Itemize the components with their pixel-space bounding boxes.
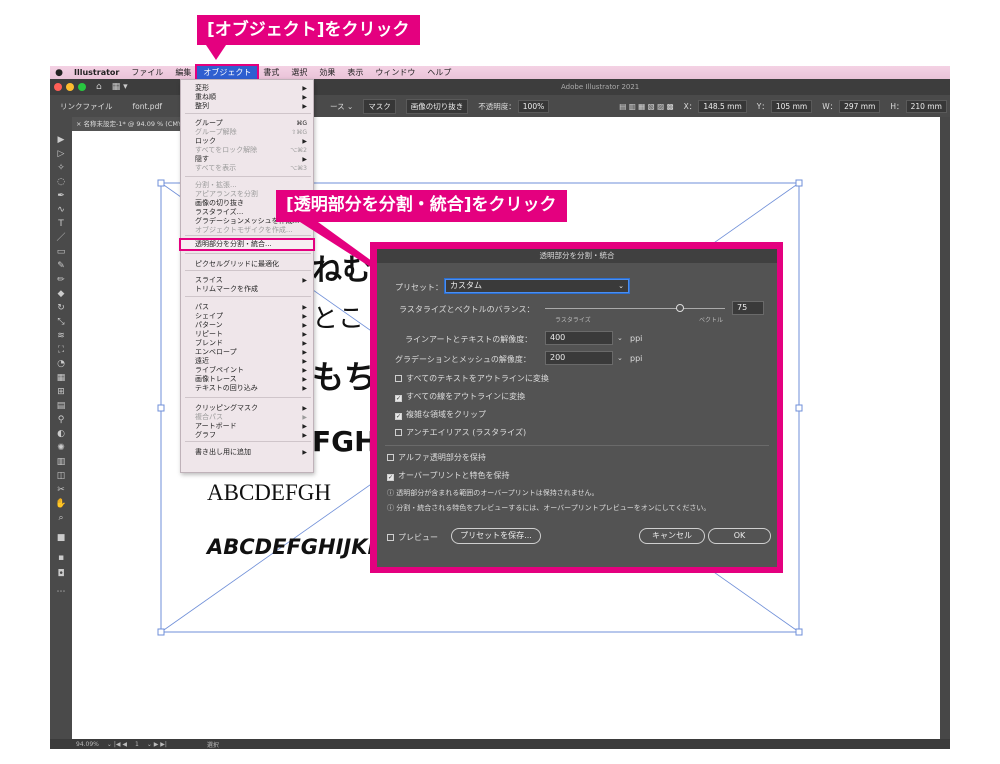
balance-value-field[interactable]: 75 bbox=[732, 301, 764, 315]
checkbox-alpha[interactable]: アルファ透明部分を保持 bbox=[387, 452, 486, 463]
grad-res-dropdown-icon[interactable]: ⌄ bbox=[617, 354, 623, 362]
flatten-transparency-dialog: 透明部分を分割・統合 プリセット： カスタム ⌄ ラスタライズとベクトルのバラン… bbox=[377, 249, 777, 567]
checkbox-stroke-outline-label: すべての線をアウトラインに変換 bbox=[406, 392, 526, 401]
balance-slider-knob[interactable] bbox=[676, 304, 684, 312]
checkbox-clip-box[interactable]: ✓ bbox=[395, 413, 402, 420]
checkbox-alpha-box[interactable] bbox=[387, 454, 394, 461]
checkbox-text-outline[interactable]: すべてのテキストをアウトラインに変換 bbox=[395, 373, 549, 384]
cancel-button[interactable]: キャンセル bbox=[639, 528, 705, 544]
preset-value: カスタム bbox=[450, 281, 482, 290]
checkbox-overprint[interactable]: ✓ オーバープリントと特色を保持 bbox=[387, 470, 509, 481]
line-res-dropdown-icon[interactable]: ⌄ bbox=[617, 334, 623, 342]
line-res-field[interactable]: 400 bbox=[545, 331, 613, 345]
screen: [オブジェクト]をクリック ● Illustrator ファイル 編集 オブジェ… bbox=[0, 0, 1000, 764]
checkbox-stroke-outline[interactable]: ✓ すべての線をアウトラインに変換 bbox=[395, 391, 525, 402]
grad-res-unit: ppi bbox=[630, 354, 643, 363]
checkbox-overprint-box[interactable]: ✓ bbox=[387, 474, 394, 481]
checkbox-overprint-label: オーバープリントと特色を保持 bbox=[398, 471, 510, 480]
callout-click-flatten: [透明部分を分割・統合]をクリック bbox=[276, 190, 567, 222]
checkbox-clip[interactable]: ✓ 複雑な領域をクリップ bbox=[395, 409, 486, 420]
checkbox-preview-label: プレビュー bbox=[398, 533, 438, 542]
checkbox-text-outline-box[interactable] bbox=[395, 375, 402, 382]
line-res-label: ラインアートとテキストの解像度： bbox=[405, 335, 533, 344]
checkbox-preview[interactable]: プレビュー bbox=[387, 532, 438, 543]
checkbox-clip-label: 複雑な領域をクリップ bbox=[406, 410, 486, 419]
grad-res-label: グラデーションとメッシュの解像度： bbox=[395, 355, 531, 364]
balance-slider-track[interactable] bbox=[545, 308, 725, 309]
checkbox-stroke-outline-box[interactable]: ✓ bbox=[395, 395, 402, 402]
checkbox-antialias-box[interactable] bbox=[395, 429, 402, 436]
checkbox-text-outline-label: すべてのテキストをアウトラインに変換 bbox=[406, 374, 549, 383]
checkbox-alpha-label: アルファ透明部分を保持 bbox=[398, 453, 486, 462]
chevron-down-icon: ⌄ bbox=[618, 282, 624, 290]
dialog-title: 透明部分を分割・統合 bbox=[377, 249, 777, 263]
info-message-1: ⓘ 透明部分が含まれる範囲のオーバープリントは保持されません。 bbox=[387, 489, 599, 497]
line-res-unit: ppi bbox=[630, 334, 643, 343]
preset-label: プリセット： bbox=[395, 283, 443, 292]
balance-label: ラスタライズとベクトルのバランス： bbox=[399, 305, 535, 314]
save-preset-button[interactable]: プリセットを保存... bbox=[451, 528, 541, 544]
checkbox-antialias[interactable]: アンチエイリアス (ラスタライズ) bbox=[395, 427, 526, 438]
checkbox-antialias-label: アンチエイリアス (ラスタライズ) bbox=[406, 428, 527, 437]
ok-button[interactable]: OK bbox=[708, 528, 771, 544]
grad-res-field[interactable]: 200 bbox=[545, 351, 613, 365]
divider bbox=[385, 445, 769, 446]
checkbox-preview-box[interactable] bbox=[387, 534, 394, 541]
raster-label: ラスタライズ bbox=[555, 317, 591, 324]
info-message-2: ⓘ 分割・統合される特色をプレビューするには、オーバープリントプレビューをオンに… bbox=[387, 504, 711, 512]
preset-select[interactable]: カスタム ⌄ bbox=[445, 279, 629, 293]
vector-label: ベクトル bbox=[699, 317, 724, 324]
